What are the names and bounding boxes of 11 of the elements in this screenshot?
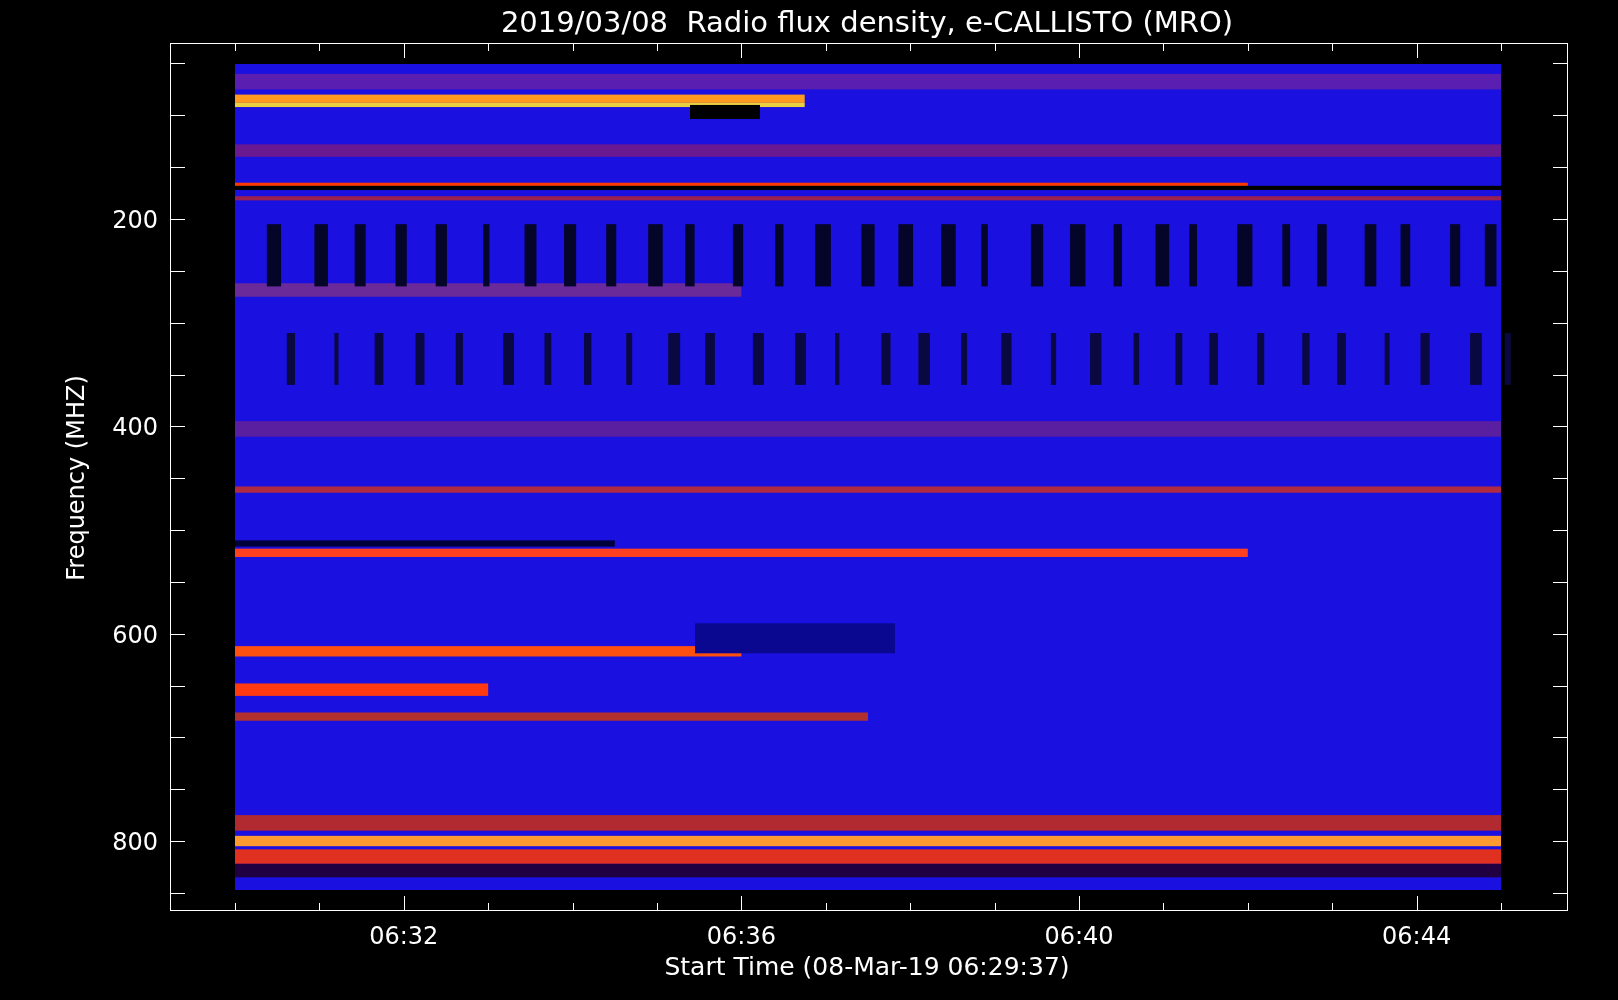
y-tick-label: 200	[112, 206, 158, 234]
y-tick-label: 400	[112, 413, 158, 442]
chart-title: 2019/03/08 Radio flux density, e-CALLISTO (MRO)	[500, 5, 1234, 39]
x-tick-label: 06:40	[1044, 922, 1114, 950]
y-tick-label: 800	[112, 828, 158, 856]
x-axis-title: Start Time (08-Mar-19 06:29:37)	[664, 952, 1070, 981]
x-tick-label: 06:44	[1382, 922, 1452, 950]
x-tick-label: 06:32	[369, 922, 439, 950]
y-tick-label: 600	[112, 620, 158, 649]
x-tick-label: 06:36	[706, 922, 776, 950]
y-axis-title: Frequency (MHZ)	[62, 375, 90, 581]
